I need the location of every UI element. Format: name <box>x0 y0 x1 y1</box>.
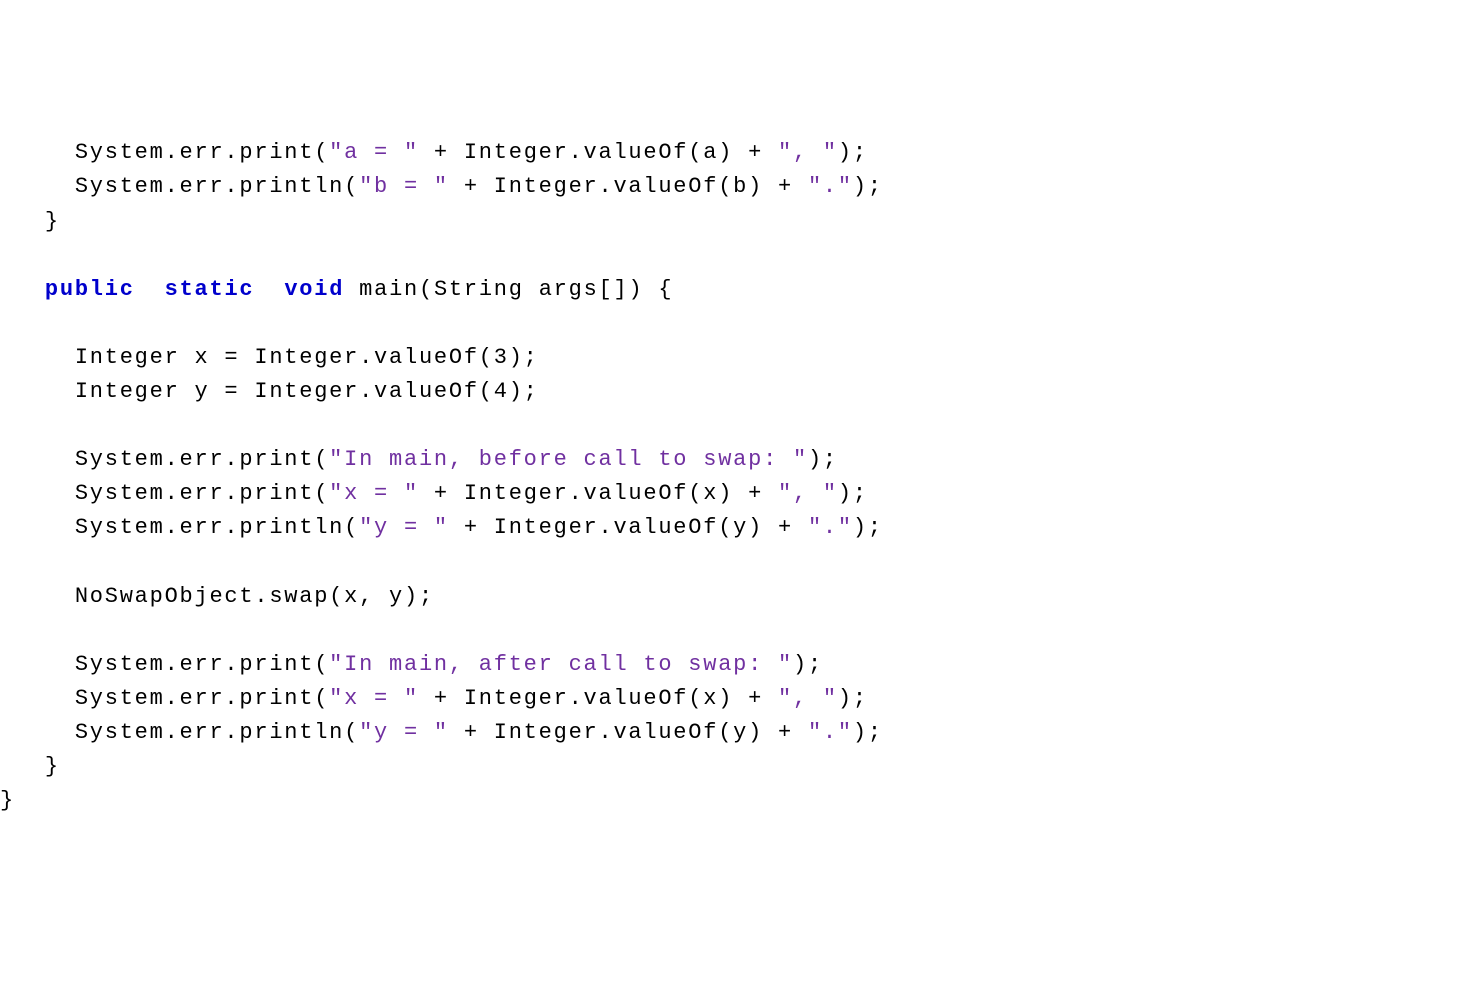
keyword-public: public <box>45 277 135 302</box>
string-literal: "." <box>808 515 853 540</box>
code-line: System.err.println("y = " + Integer.valu… <box>0 515 883 540</box>
string-literal: "." <box>808 174 853 199</box>
string-literal: "y = " <box>359 515 449 540</box>
string-literal: "a = " <box>329 140 419 165</box>
code-line: System.err.print("x = " + Integer.valueO… <box>0 481 868 506</box>
code-line: Integer x = Integer.valueOf(3); <box>0 345 539 370</box>
string-literal: "x = " <box>329 481 419 506</box>
keyword-static: static <box>165 277 255 302</box>
string-literal: "In main, after call to swap: " <box>329 652 793 677</box>
string-literal: "x = " <box>329 686 419 711</box>
string-literal: ", " <box>778 140 838 165</box>
string-literal: ", " <box>778 686 838 711</box>
code-line: public static void main(String args[]) { <box>0 277 673 302</box>
code-line: System.err.print("In main, before call t… <box>0 447 838 472</box>
code-line: System.err.print("In main, after call to… <box>0 652 823 677</box>
string-literal: "y = " <box>359 720 449 745</box>
string-literal: ", " <box>778 481 838 506</box>
code-line: System.err.print("x = " + Integer.valueO… <box>0 686 868 711</box>
string-literal: "." <box>808 720 853 745</box>
code-line: } <box>0 754 60 779</box>
code-line: Integer y = Integer.valueOf(4); <box>0 379 539 404</box>
code-line: System.err.print("a = " + Integer.valueO… <box>0 140 868 165</box>
code-listing: System.err.print("a = " + Integer.valueO… <box>0 136 1470 828</box>
code-line: NoSwapObject.swap(x, y); <box>0 584 434 609</box>
keyword-void: void <box>284 277 344 302</box>
code-line: System.err.println("y = " + Integer.valu… <box>0 720 883 745</box>
code-line: } <box>0 788 15 813</box>
string-literal: "In main, before call to swap: " <box>329 447 808 472</box>
code-line: System.err.println("b = " + Integer.valu… <box>0 174 883 199</box>
string-literal: "b = " <box>359 174 449 199</box>
code-line: } <box>0 209 60 234</box>
